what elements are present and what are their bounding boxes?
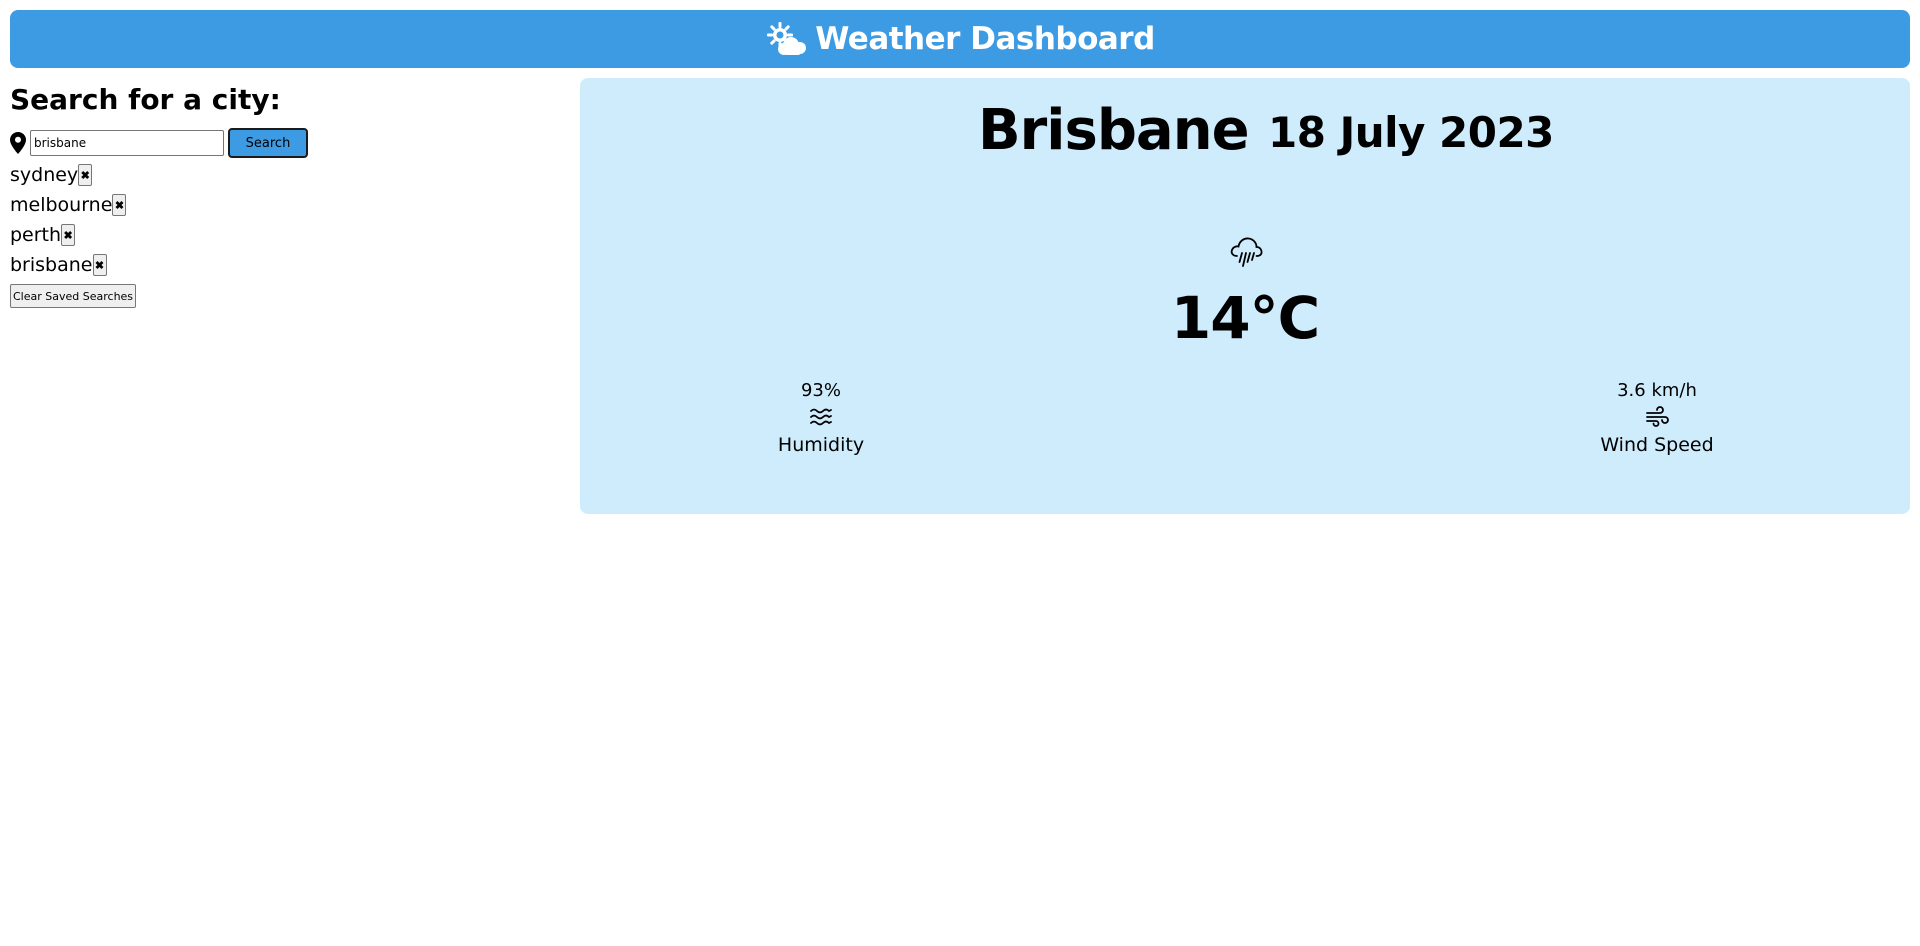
- saved-search-city[interactable]: melbourne: [10, 194, 112, 216]
- saved-search-city[interactable]: sydney: [10, 164, 78, 186]
- search-heading: Search for a city:: [10, 83, 281, 116]
- saved-search-item: sydney ✖: [10, 160, 570, 190]
- saved-searches-list: sydney ✖ melbourne ✖ perth ✖ brisbane ✖: [10, 160, 570, 280]
- current-weather-card: Brisbane 18 July 2023 14°C 93% Humidity …: [580, 78, 1910, 514]
- search-button[interactable]: Search: [228, 128, 308, 158]
- remove-search-button[interactable]: ✖: [61, 224, 76, 246]
- city-name: Brisbane: [978, 98, 1250, 163]
- remove-search-button[interactable]: ✖: [112, 194, 127, 216]
- remove-search-button[interactable]: ✖: [78, 164, 93, 186]
- humidity-stat: 93% Humidity: [721, 378, 921, 460]
- humidity-value: 93%: [800, 380, 841, 401]
- location-pin-icon: [10, 132, 26, 154]
- wind-icon: [1646, 406, 1669, 427]
- temperature: 14°C: [1170, 284, 1320, 352]
- saved-search-item: brisbane ✖: [10, 250, 570, 280]
- search-sidebar: Search for a city: Search sydney ✖ melbo…: [10, 82, 570, 308]
- rain-cloud-icon: [1230, 237, 1263, 267]
- search-row: Search: [10, 128, 570, 158]
- saved-search-item: perth ✖: [10, 220, 570, 250]
- remove-search-button[interactable]: ✖: [92, 254, 107, 276]
- app-title: Weather Dashboard: [815, 21, 1155, 57]
- wind-label: Wind Speed: [1600, 434, 1714, 456]
- humidity-label: Humidity: [777, 434, 865, 456]
- app-header: Weather Dashboard: [10, 10, 1910, 68]
- clear-saved-searches-button[interactable]: Clear Saved Searches: [10, 284, 137, 308]
- city-search-input[interactable]: [30, 130, 224, 156]
- saved-search-city[interactable]: perth: [10, 224, 61, 246]
- saved-search-city[interactable]: brisbane: [10, 254, 93, 276]
- wind-stat: 3.6 km/h Wind Speed: [1557, 378, 1757, 460]
- water-waves-icon: [810, 408, 832, 426]
- weather-date: 18 July 2023: [1268, 108, 1554, 157]
- saved-search-item: melbourne ✖: [10, 190, 570, 220]
- sun-cloud-icon: [767, 22, 807, 55]
- wind-value: 3.6 km/h: [1617, 380, 1697, 401]
